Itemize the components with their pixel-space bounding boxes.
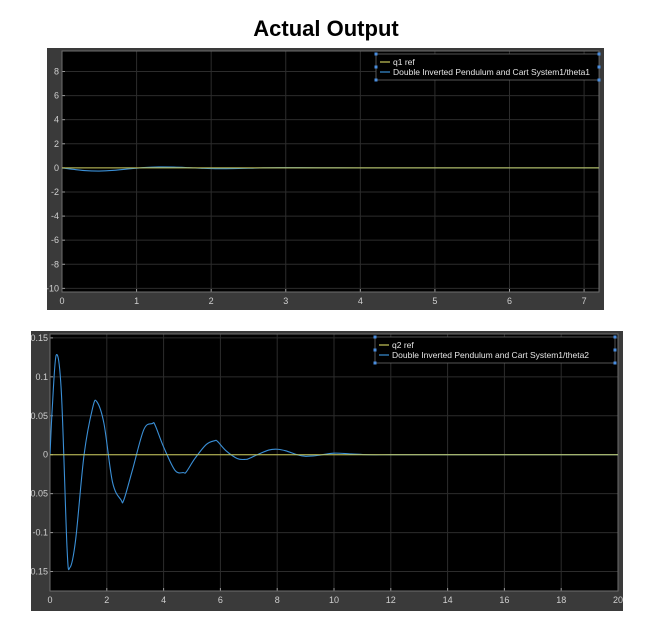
x-tick-label: 10 [329,595,339,605]
y-tick-label: 6 [54,91,59,101]
y-tick-label: -4 [51,211,59,221]
y-tick-label: 0.15 [31,333,48,343]
x-tick-label: 2 [209,296,214,306]
legend-resize-handle[interactable] [373,361,377,365]
y-tick-label: 0.05 [31,411,48,421]
y-tick-label: -6 [51,235,59,245]
legend-entry-label: q1 ref [393,57,415,67]
x-tick-label: 2 [104,595,109,605]
y-tick-label: -10 [47,283,59,293]
x-tick-label: 14 [443,595,453,605]
y-tick-label: -0.1 [32,528,48,538]
x-tick-label: 4 [358,296,363,306]
x-tick-label: 0 [47,595,52,605]
x-tick-label: 6 [507,296,512,306]
legend-resize-handle[interactable] [597,78,601,82]
y-tick-label: -0.15 [31,567,48,577]
legend-resize-handle[interactable] [374,65,378,69]
legend-entry-label: Double Inverted Pendulum and Cart System… [392,350,589,360]
x-tick-label: 6 [218,595,223,605]
legend-entry-label: Double Inverted Pendulum and Cart System… [393,67,590,77]
y-tick-label: 4 [54,115,59,125]
axes-background [62,51,599,292]
legend-resize-handle[interactable] [374,78,378,82]
x-tick-label: 4 [161,595,166,605]
theta2-chart-svg: 0 2 4 6 8 10 12 14 16 18 20 -0.15 -0.1 -0.05 0 0.05 0.1 0… [31,333,623,605]
x-tick-label: 12 [386,595,396,605]
y-tick-label: 0.1 [35,372,48,382]
x-tick-label: 3 [283,296,288,306]
legend-resize-handle[interactable] [613,335,617,339]
legend-entry-label: q2 ref [392,340,414,350]
legend-resize-handle[interactable] [613,348,617,352]
scope-plot-theta2: 0 2 4 6 8 10 12 14 16 18 20 -0.15 -0.1 -0.05 0 0.05 0.1 0… [31,331,623,611]
x-tick-label: 0 [59,296,64,306]
page-title: Actual Output [253,16,399,41]
x-tick-label: 1 [134,296,139,306]
legend-resize-handle[interactable] [597,52,601,56]
legend[interactable]: q1 refDouble Inverted Pendulum and Cart … [374,52,601,82]
y-tick-label: 0 [54,163,59,173]
x-tick-label: 8 [275,595,280,605]
y-tick-label: -8 [51,259,59,269]
y-tick-label: 8 [54,66,59,76]
x-tick-label: 18 [556,595,566,605]
y-tick-label: -2 [51,187,59,197]
scope-plot-theta1: 0 1 2 3 4 5 6 7 -10 -8 -6 -4 -2 0 2 4 6 8 q1 ref Double Inv… [47,48,604,310]
y-tick-label: -0.05 [31,489,48,499]
theta1-chart-svg: 0 1 2 3 4 5 6 7 -10 -8 -6 -4 -2 0 2 4 6 8 q1 refDouble Inv… [47,50,601,306]
legend[interactable]: q2 refDouble Inverted Pendulum and Cart … [373,335,617,365]
x-tick-label: 20 [613,595,623,605]
x-tick-label: 16 [499,595,509,605]
legend-resize-handle[interactable] [373,335,377,339]
y-tick-label: 2 [54,139,59,149]
y-tick-label: 0 [43,450,48,460]
legend-resize-handle[interactable] [597,65,601,69]
x-tick-label: 7 [582,296,587,306]
legend-resize-handle[interactable] [374,52,378,56]
legend-resize-handle[interactable] [373,348,377,352]
legend-resize-handle[interactable] [613,361,617,365]
x-tick-label: 5 [432,296,437,306]
